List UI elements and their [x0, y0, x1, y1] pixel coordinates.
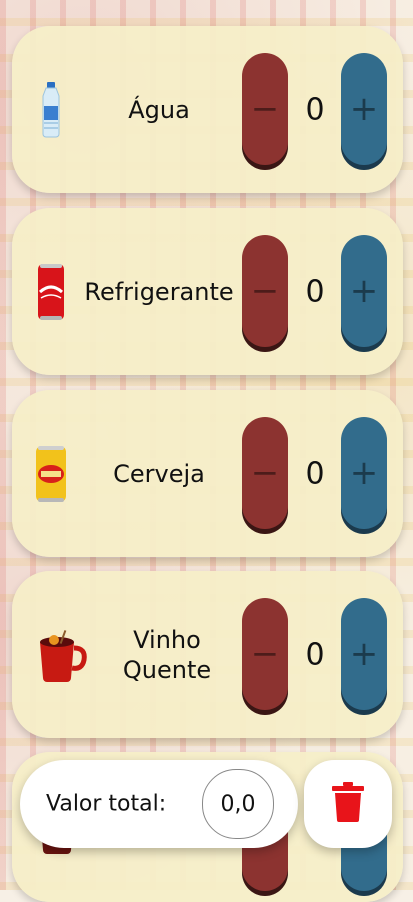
clear-button[interactable]: [304, 760, 392, 848]
minus-icon: −: [250, 89, 280, 129]
product-card-cerveja: Cerveja − 0 +: [12, 390, 403, 557]
trash-icon: [331, 782, 365, 826]
decrease-button[interactable]: −: [242, 53, 288, 165]
increase-button[interactable]: +: [341, 53, 387, 165]
decrease-button[interactable]: −: [242, 235, 288, 347]
product-card-agua: Água − 0 +: [12, 26, 403, 193]
product-name: Água: [128, 95, 190, 124]
quantity-value: 0: [305, 456, 325, 491]
product-name: Vinho Quente: [122, 625, 212, 684]
plus-icon: +: [349, 634, 379, 674]
decrease-button[interactable]: −: [242, 598, 288, 710]
coca-cola-can-icon: [26, 262, 76, 322]
quantity-value: 0: [305, 637, 325, 672]
mulled-wine-mug-icon: [32, 625, 92, 685]
total-label: Valor total:: [46, 791, 167, 817]
quantity-value: 0: [305, 274, 325, 309]
minus-icon: −: [250, 634, 280, 674]
minus-icon: −: [250, 271, 280, 311]
total-bar: Valor total: 0,0: [20, 760, 298, 848]
product-name: Cerveja: [113, 459, 205, 488]
product-name: Refrigerante: [84, 277, 234, 306]
decrease-button[interactable]: −: [242, 417, 288, 529]
increase-button[interactable]: +: [341, 417, 387, 529]
increase-button[interactable]: +: [341, 598, 387, 710]
beer-can-icon: [26, 444, 76, 504]
total-value: 0,0: [202, 769, 274, 839]
plus-icon: +: [349, 271, 379, 311]
water-bottle-icon: [26, 80, 76, 140]
product-card-refrigerante: Refrigerante − 0 +: [12, 208, 403, 375]
minus-icon: −: [250, 453, 280, 493]
quantity-value: 0: [305, 92, 325, 127]
increase-button[interactable]: +: [341, 235, 387, 347]
plus-icon: +: [349, 89, 379, 129]
product-card-vinho-quente: Vinho Quente − 0 +: [12, 571, 403, 738]
plus-icon: +: [349, 453, 379, 493]
